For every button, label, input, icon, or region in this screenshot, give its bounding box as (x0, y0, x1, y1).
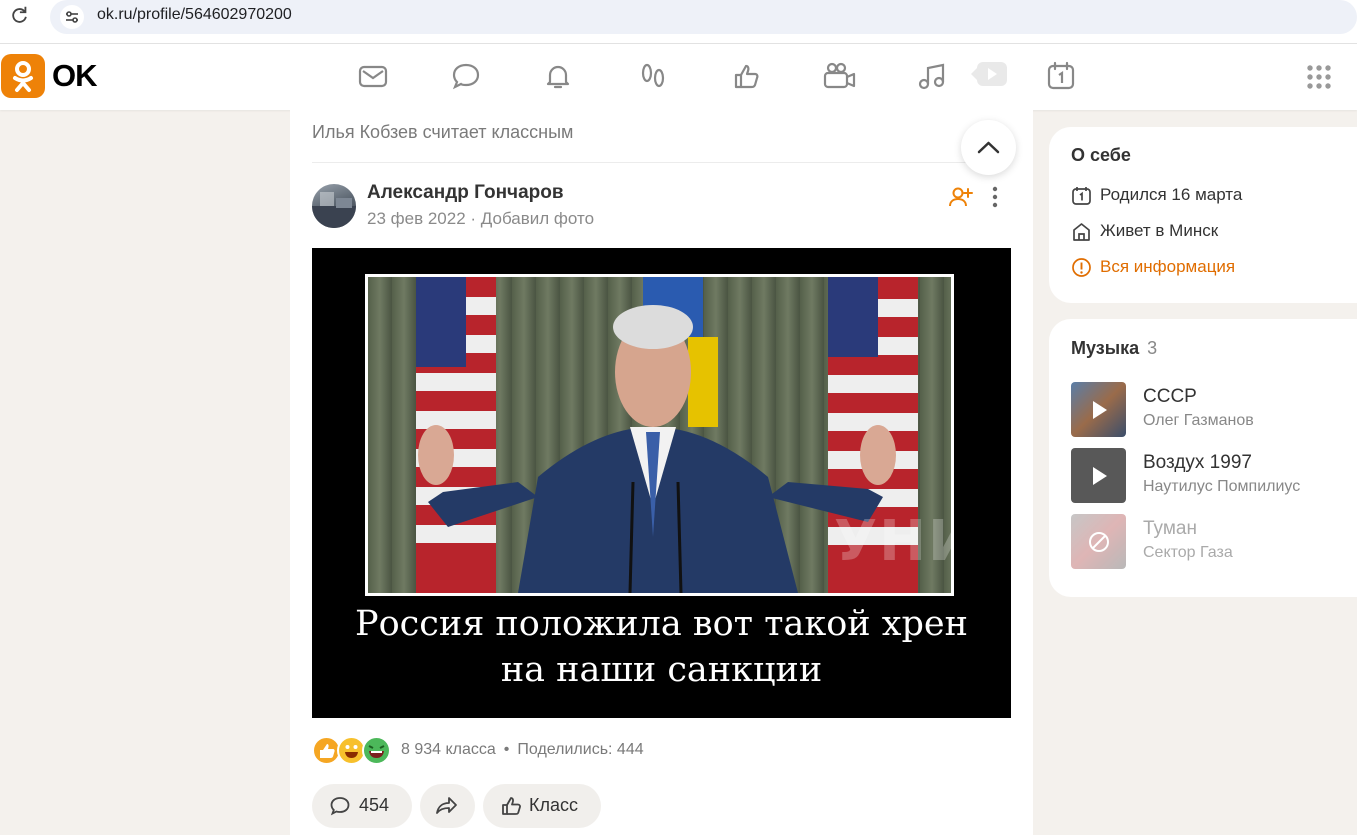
video-camera-icon[interactable] (823, 60, 856, 92)
play-icon (1093, 401, 1107, 419)
more-options-icon[interactable] (982, 184, 1008, 210)
music-title-text: Музыка (1071, 338, 1140, 358)
unavailable-icon (1089, 532, 1109, 552)
track-title: Туман (1143, 518, 1197, 539)
site-header: OK (0, 44, 1357, 110)
like-icon[interactable] (731, 60, 763, 92)
about-card: О себе Родился 16 марта Живет в Минск Вс… (1049, 127, 1357, 303)
site-settings-icon[interactable] (60, 5, 84, 29)
comments-button[interactable]: 454 (312, 784, 412, 828)
author-avatar[interactable] (312, 184, 356, 228)
play-icon (1093, 467, 1107, 485)
calendar-icon (1072, 187, 1091, 205)
calendar-icon[interactable] (1045, 60, 1077, 92)
photo-inner-frame: УНИАН (365, 274, 954, 596)
author-name[interactable]: Александр Гончаров (367, 182, 564, 204)
post-meta: 23 фев 2022 · Добавил фото (367, 209, 594, 229)
like-icon (502, 797, 521, 815)
address-bar[interactable]: ok.ru/profile/564602970200 (50, 0, 1357, 34)
comments-count: 454 (359, 795, 390, 815)
guests-footprints-icon[interactable] (637, 60, 669, 92)
track-item-unavailable: Туман Сектор Газа (1071, 514, 1351, 570)
track-item[interactable]: Воздух 1997 Наутилус Помпилиус (1071, 448, 1351, 504)
share-button[interactable] (420, 784, 475, 828)
chat-icon[interactable] (450, 60, 482, 92)
meta-separator: · (470, 209, 481, 228)
add-friend-icon[interactable] (948, 184, 974, 210)
track-cover (1071, 514, 1126, 569)
track-cover[interactable] (1071, 382, 1126, 437)
track-artist[interactable]: Олег Газманов (1143, 412, 1254, 430)
music-title[interactable]: Музыка 3 (1071, 338, 1157, 359)
about-title: О себе (1071, 145, 1131, 165)
stats-separator: • (503, 741, 510, 758)
photo-caption-line2: на наши санкции (500, 650, 823, 690)
feed-post: Илья Кобзев считает классным Александр Г… (290, 110, 1033, 835)
track-cover[interactable] (1071, 448, 1126, 503)
reload-icon[interactable] (8, 4, 30, 26)
photo-caption-line1: Россия положила вот такой хрен (355, 604, 968, 644)
photo-watermark: УНИАН (834, 509, 951, 574)
liked-by-text[interactable]: Илья Кобзев считает классным (312, 122, 573, 143)
chevron-up-icon (977, 141, 1000, 154)
track-title[interactable]: Воздух 1997 (1143, 452, 1252, 474)
post-photo[interactable]: УНИАН Россия положила вот такой хрен на … (312, 248, 1011, 718)
comment-icon (330, 797, 350, 816)
track-artist: Сектор Газа (1143, 544, 1233, 561)
post-date[interactable]: 23 фев 2022 (367, 209, 466, 228)
class-button[interactable]: Класс (483, 784, 601, 828)
info-icon (1072, 258, 1091, 277)
music-note-icon[interactable] (916, 60, 948, 92)
track-title[interactable]: СССР (1143, 386, 1197, 408)
mail-icon[interactable] (357, 60, 389, 92)
ok-logo-icon[interactable] (1, 54, 45, 98)
play-video-icon[interactable] (971, 58, 1009, 90)
music-card: Музыка 3 СССР Олег Газманов Воздух 1997 Н… (1049, 319, 1357, 597)
browser-toolbar: ok.ru/profile/564602970200 (0, 0, 1357, 44)
apps-grid-icon[interactable] (1306, 64, 1332, 90)
post-stats: 8 934 класса • Поделились: 444 (401, 741, 644, 759)
birthday-text: Родился 16 марта (1100, 185, 1243, 204)
track-artist[interactable]: Наутилус Помпилиус (1143, 478, 1300, 496)
home-icon (1073, 223, 1090, 241)
track-item[interactable]: СССР Олег Газманов (1071, 382, 1351, 438)
location-text[interactable]: Живет в Минск (1100, 221, 1218, 241)
bell-icon[interactable] (542, 60, 574, 92)
music-count: 3 (1147, 338, 1158, 358)
share-icon (436, 797, 457, 814)
url-text[interactable]: ok.ru/profile/564602970200 (97, 6, 292, 24)
scroll-to-top-button[interactable] (961, 120, 1016, 175)
post-action: Добавил фото (480, 209, 595, 228)
classes-count[interactable]: 8 934 класса (401, 741, 496, 758)
class-label: Класс (529, 795, 578, 815)
reactions-summary[interactable] (312, 736, 392, 766)
lol-reaction-icon (362, 736, 391, 765)
shares-count[interactable]: Поделились: 444 (517, 741, 643, 758)
ok-logo-text[interactable]: OK (52, 58, 97, 94)
all-info-text[interactable]: Вся информация (1100, 257, 1235, 277)
divider (312, 162, 1011, 163)
